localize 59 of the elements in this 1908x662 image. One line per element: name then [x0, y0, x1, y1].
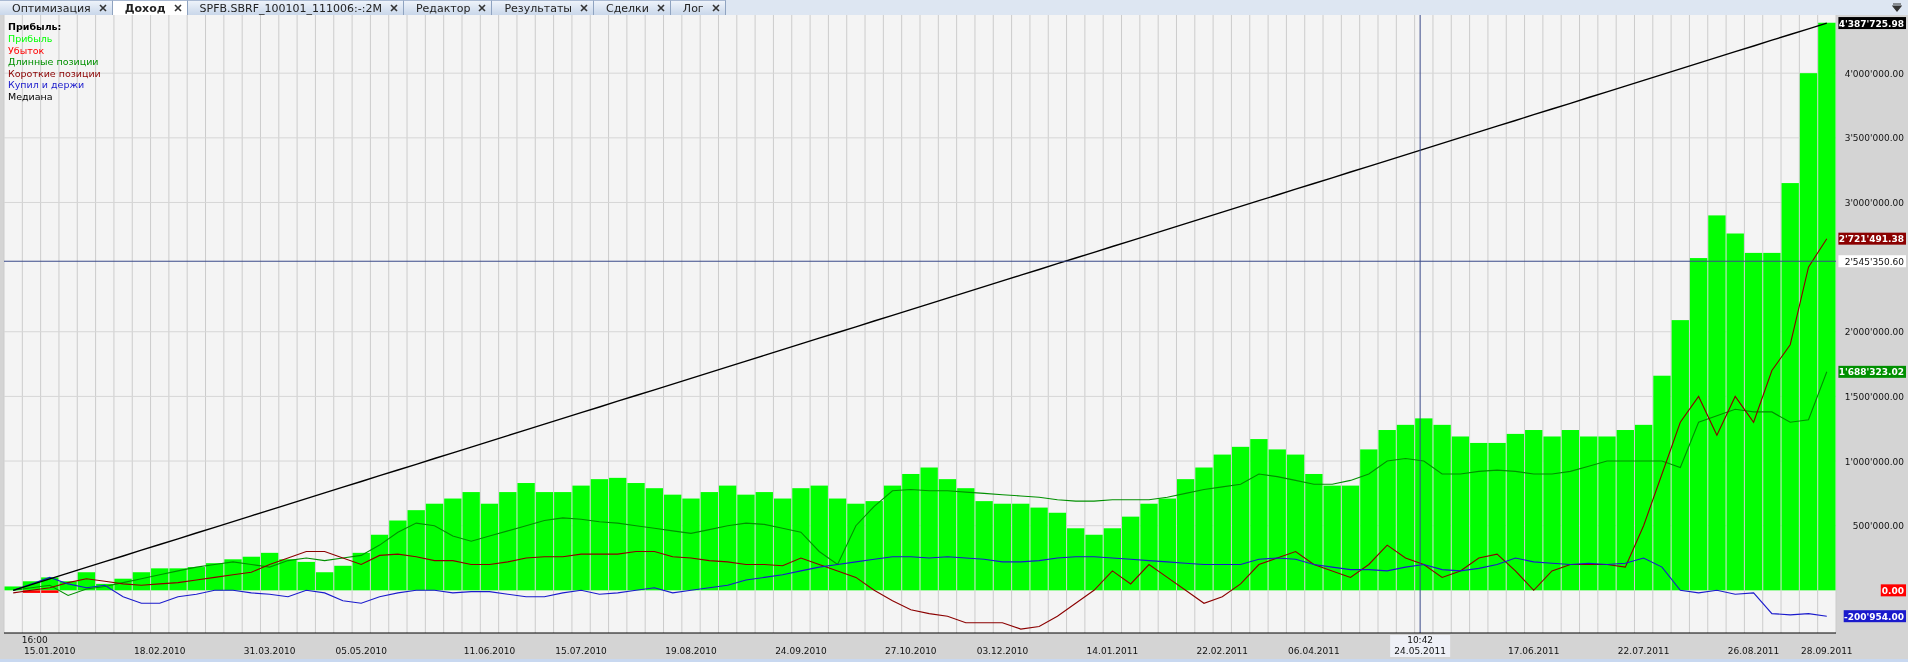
tab[interactable]: Лог	[670, 0, 726, 15]
axis-label: 06.04.2011	[1288, 646, 1340, 656]
axis-label: 27.10.2010	[885, 646, 937, 656]
axis-label: 18.02.2010	[133, 646, 186, 656]
chart-bar	[224, 559, 242, 591]
chart-bar	[1085, 534, 1103, 591]
close-icon[interactable]	[478, 4, 487, 12]
axis-label: 24.09.2010	[775, 646, 827, 656]
tab[interactable]: SPFB.SBRF_100101_111006:-:2M	[187, 0, 404, 15]
legend-item: Длинные позиции	[8, 56, 99, 67]
close-icon[interactable]	[711, 4, 720, 12]
axis-label: 4'000'000.00	[1844, 68, 1904, 79]
axis-label: 22.07.2011	[1617, 646, 1670, 656]
legend-item: Купил и держи	[8, 79, 85, 90]
close-icon[interactable]	[389, 4, 398, 12]
chart-bar	[1067, 528, 1085, 591]
tab[interactable]: Сделки	[593, 0, 671, 15]
crosshair-value-label: 2'545'350.60	[1838, 255, 1906, 268]
axis-label: 19.08.2010	[665, 646, 717, 656]
axis-label: 500'000.00	[1852, 521, 1904, 532]
axis-label: 28.09.2011	[1801, 646, 1853, 656]
axis-label: 3'000'000.00	[1844, 197, 1904, 208]
chart-bar	[279, 559, 297, 591]
axis-label: 31.03.2010	[243, 646, 296, 656]
chart-bar	[206, 563, 224, 591]
tab[interactable]: Доход	[112, 0, 188, 15]
close-icon[interactable]	[173, 4, 182, 12]
tab[interactable]: Результаты	[492, 0, 594, 15]
axis-label: 3'500'000.00	[1844, 133, 1904, 144]
dropdown-icon[interactable]	[1892, 3, 1902, 12]
axis-label: 11.06.2010	[463, 646, 516, 656]
crosshair-date-label: 10:42 24.05.2011	[1390, 635, 1451, 657]
legend-item: Убыток	[8, 44, 45, 56]
axis-label: 05.05.2010	[335, 646, 387, 656]
axis-label: 15.07.2010	[555, 646, 607, 656]
axis-label: 15.01.2010	[24, 646, 76, 656]
series-value-label: 0.00	[1880, 584, 1906, 597]
close-icon[interactable]	[579, 4, 588, 12]
legend-item: Короткие позиции	[8, 67, 101, 79]
axis-label: 14.01.2011	[1086, 646, 1139, 656]
series-value-label: -200'954.00	[1843, 610, 1906, 623]
legend-item: Медиана	[8, 90, 53, 102]
axis-label: 1'000'000.00	[1844, 456, 1904, 467]
axis-label: 03.12.2010	[976, 646, 1029, 656]
chart-bar	[389, 520, 407, 591]
series-value-label: 4'387'725.98	[1838, 17, 1906, 30]
axis-time-label: 16:00	[21, 635, 48, 645]
tab[interactable]: Редактор	[403, 0, 493, 15]
legend-title: Прибыль:	[8, 21, 62, 32]
axis-label: 2'000'000.00	[1844, 327, 1904, 338]
axis-label: 22.02.2011	[1196, 646, 1249, 656]
axis-label: 26.08.2011	[1727, 646, 1780, 656]
axis-label: 17.06.2011	[1507, 646, 1560, 656]
tab[interactable]: Оптимизация	[0, 0, 113, 15]
axis-label: 1'500'000.00	[1844, 391, 1904, 402]
close-icon[interactable]	[98, 4, 107, 12]
legend-item: Прибыль	[8, 33, 53, 44]
close-icon[interactable]	[656, 4, 665, 12]
ref-line-label: 2'545'350.60	[1844, 256, 1905, 267]
